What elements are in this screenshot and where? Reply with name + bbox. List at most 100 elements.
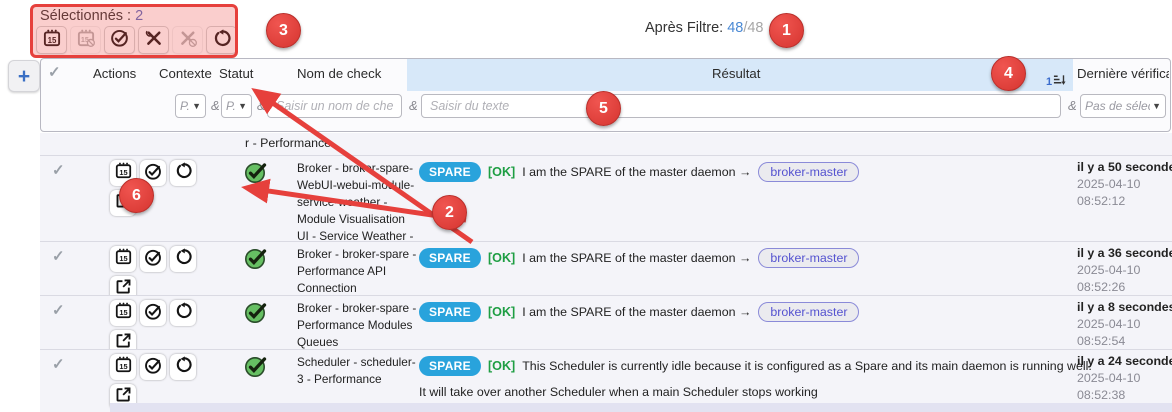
row-reset-button[interactable] (170, 300, 196, 326)
add-check-button[interactable]: + (8, 60, 40, 92)
result-text: I am the SPARE of the master daemon → (522, 305, 751, 319)
filter-and-separator: & (211, 98, 220, 113)
check-date: 2025-04-10 (1077, 370, 1172, 387)
contexte-filter-dropdown[interactable]: P..▼ (175, 94, 206, 118)
chevron-down-icon: ▼ (1152, 101, 1161, 111)
check-result: SPARE [OK] I am the SPARE of the master … (419, 162, 1079, 182)
column-header-derniere-verification[interactable]: Dernière vérifica... (1077, 66, 1169, 81)
last-check-timestamp: il y a 8 secondes 2025-04-10 08:52:54 (1077, 299, 1172, 350)
after-filter-total: /48 (743, 20, 763, 36)
chevron-down-icon: ▼ (192, 101, 201, 111)
status-ok-icon (244, 300, 268, 329)
annotation-badge-6: 6 (119, 178, 154, 213)
filter-and-separator: & (257, 98, 266, 113)
check-result: SPARE [OK] I am the SPARE of the master … (419, 302, 1079, 322)
annotation-badge-4: 4 (991, 56, 1026, 91)
partial-row: r - Performance (40, 133, 1172, 155)
row-acknowledge-button[interactable] (140, 300, 166, 326)
undo-icon (175, 248, 192, 270)
linked-daemon-button[interactable]: broker-master (758, 302, 859, 322)
column-header-nom-de-check[interactable]: Nom de check (297, 66, 381, 81)
annotation-badge-3: 3 (266, 13, 301, 48)
row-reset-button[interactable] (170, 160, 196, 186)
relative-time: il y a 24 secondes (1077, 353, 1172, 370)
row-recheck-button[interactable]: 15 (110, 354, 136, 380)
after-filter-value: 48 (727, 20, 743, 36)
check-date: 2025-04-10 (1077, 316, 1172, 333)
relative-time: il y a 8 secondes (1077, 299, 1172, 316)
row-reset-button[interactable] (170, 354, 196, 380)
column-header-actions[interactable]: Actions (93, 66, 136, 81)
spare-badge: SPARE (419, 162, 481, 182)
status-ok-icon (244, 246, 268, 275)
row-selected-check-icon[interactable]: ✓ (52, 247, 65, 265)
result-text: This Scheduler is currently idle because… (522, 359, 1092, 373)
filter-and-separator: & (1068, 98, 1077, 113)
table-row[interactable]: ✓ 15 Broker - broker-spare-WebUI-webui-m… (40, 155, 1172, 241)
svg-text:15: 15 (119, 308, 127, 317)
sort-indicator[interactable]: 1 (1046, 73, 1066, 91)
check-time: 08:52:26 (1077, 279, 1172, 296)
row-selected-check-icon[interactable]: ✓ (52, 301, 65, 319)
calendar-15-icon: 15 (115, 302, 132, 324)
table-row[interactable]: ✓ 15 Broker - broker-spare - Performance… (40, 241, 1172, 295)
ok-status-text: [OK] (488, 251, 515, 265)
annotation-badge-5: 5 (586, 91, 621, 126)
row-acknowledge-button[interactable] (140, 246, 166, 272)
ok-status-text: [OK] (488, 305, 515, 319)
ok-status-text: [OK] (488, 165, 515, 179)
check-time: 08:52:54 (1077, 333, 1172, 350)
check-time: 08:52:38 (1077, 387, 1172, 404)
status-ok-icon (244, 160, 268, 189)
nom-de-check-filter-input[interactable] (267, 94, 402, 118)
derniere-filter-value: Pas de sélec (1085, 99, 1150, 113)
ok-status-text: [OK] (488, 359, 515, 373)
check-name[interactable]: Broker - broker-spare - Performance API … (297, 246, 417, 297)
row-recheck-button[interactable]: 15 (110, 246, 136, 272)
spare-badge: SPARE (419, 302, 481, 322)
check-circle-icon (144, 356, 162, 379)
row-recheck-button[interactable]: 15 (110, 300, 136, 326)
table-row[interactable]: ✓ 15 Broker - broker-spare - Performance… (40, 295, 1172, 349)
contexte-filter-value: P.. (180, 99, 190, 113)
undo-icon (175, 356, 192, 378)
spare-badge: SPARE (419, 248, 481, 268)
undo-icon (175, 302, 192, 324)
svg-text:15: 15 (119, 362, 127, 371)
column-header-contexte[interactable]: Contexte (159, 66, 212, 81)
row-acknowledge-button[interactable] (140, 354, 166, 380)
result-text-line2: It will take over another Scheduler when… (419, 385, 1079, 399)
checks-rows: ✓ 15 Broker - broker-spare-WebUI-webui-m… (40, 155, 1172, 412)
svg-text:15: 15 (119, 254, 127, 263)
calendar-15-icon: 15 (115, 356, 132, 378)
undo-icon (175, 162, 192, 184)
row-reset-button[interactable] (170, 246, 196, 272)
status-ok-icon (244, 354, 268, 383)
resultat-text-filter-input[interactable] (421, 94, 1061, 118)
row-selected-check-icon[interactable]: ✓ (52, 161, 65, 179)
partial-row-name: r - Performance (245, 136, 331, 150)
column-header-statut[interactable]: Statut (219, 66, 253, 81)
column-header-resultat[interactable]: Résultat (712, 66, 760, 81)
derniere-verification-filter-dropdown[interactable]: Pas de sélec▼ (1080, 94, 1166, 118)
statut-filter-dropdown[interactable]: P..▼ (221, 94, 252, 118)
last-check-timestamp: il y a 36 secondes 2025-04-10 08:52:26 (1077, 245, 1172, 296)
check-date: 2025-04-10 (1077, 176, 1172, 193)
row-selected-check-icon[interactable]: ✓ (52, 355, 65, 373)
select-all-check-icon[interactable]: ✓ (48, 63, 61, 81)
spare-badge: SPARE (419, 356, 481, 376)
result-text: I am the SPARE of the master daemon → (522, 251, 751, 265)
linked-daemon-button[interactable]: broker-master (758, 248, 859, 268)
linked-daemon-button[interactable]: broker-master (758, 162, 859, 182)
annotation-badge-2: 2 (432, 195, 467, 230)
sort-amount-icon (1053, 73, 1066, 91)
check-name[interactable]: Broker - broker-spare - Performance Modu… (297, 300, 417, 351)
calendar-15-icon: 15 (115, 248, 132, 270)
filter-and-separator: & (409, 98, 418, 113)
sort-order-number: 1 (1046, 76, 1052, 88)
check-circle-icon (144, 248, 162, 271)
result-text: I am the SPARE of the master daemon → (522, 165, 751, 179)
relative-time: il y a 36 secondes (1077, 245, 1172, 262)
check-circle-icon (144, 302, 162, 325)
check-name[interactable]: Scheduler - scheduler-3 - Performance (297, 354, 417, 388)
